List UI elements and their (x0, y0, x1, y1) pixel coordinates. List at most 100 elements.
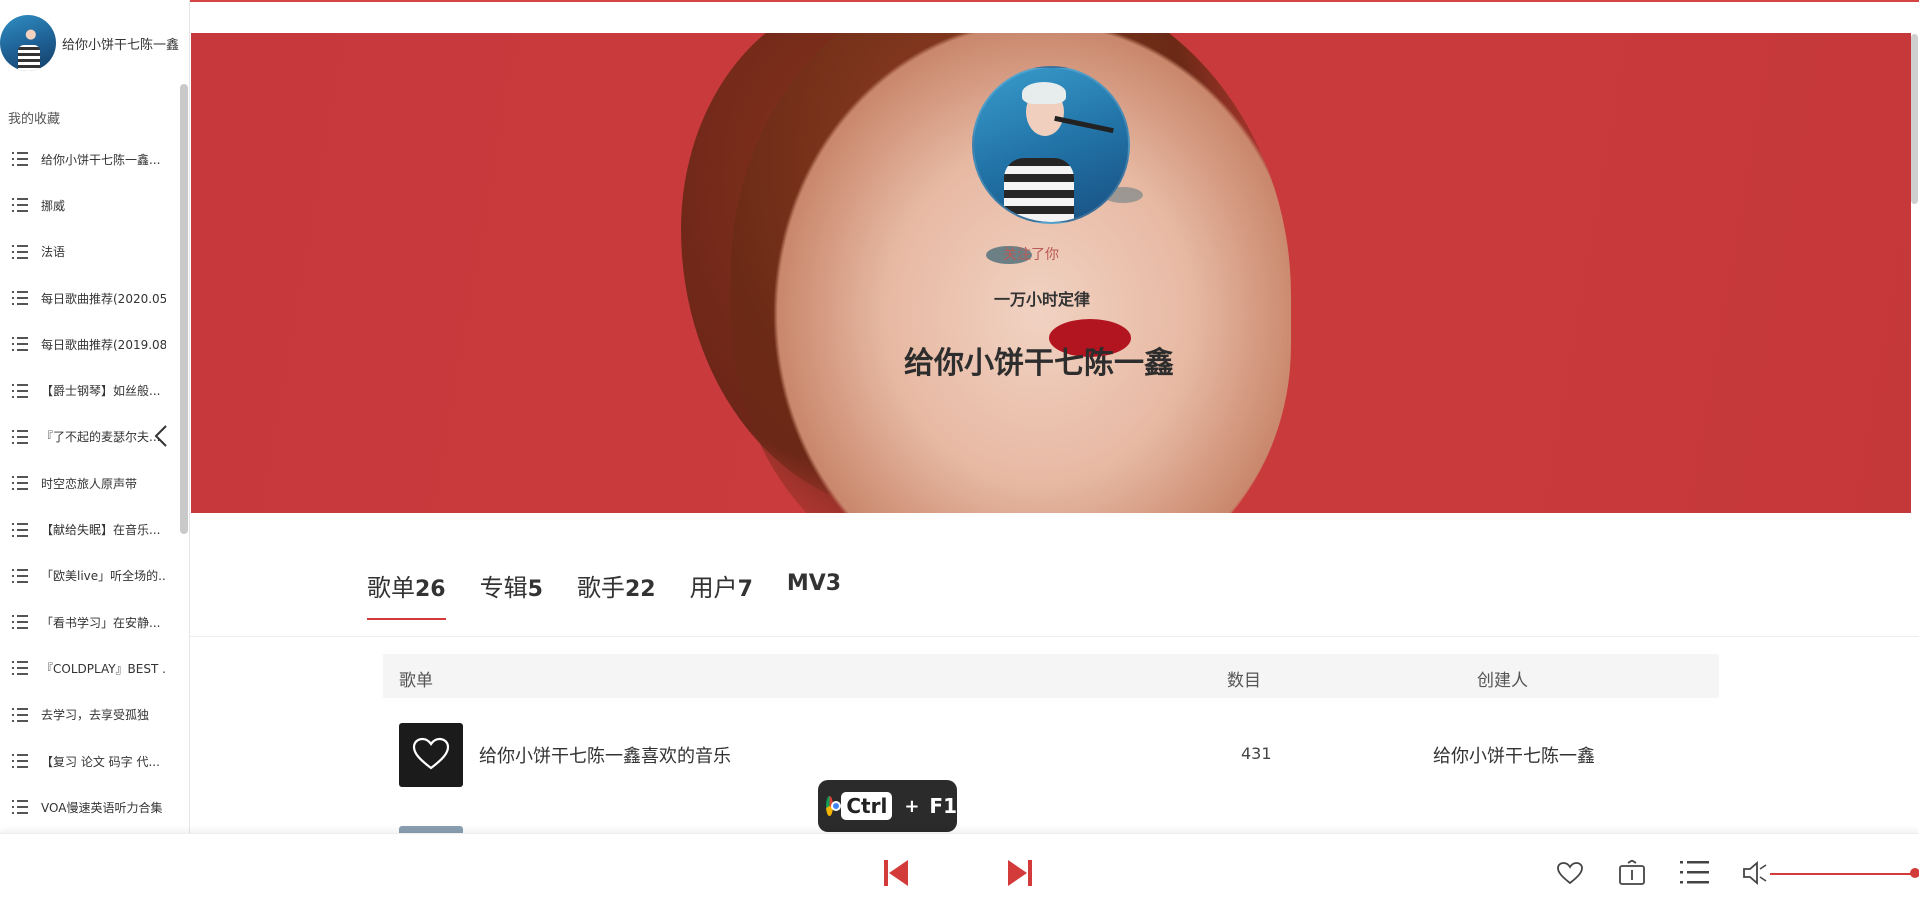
table-row[interactable]: 给你小饼干七陈一鑫喜欢的音乐 431 给你小饼干七陈一鑫 (383, 720, 1719, 790)
tab-count: 22 (624, 577, 656, 602)
sidebar-playlist-item[interactable]: 法语 (0, 229, 180, 275)
tab-users[interactable]: 用户7 (690, 568, 753, 620)
user-name[interactable]: 给你小饼干七陈一鑫 (62, 34, 179, 53)
avatar[interactable] (0, 15, 56, 71)
playlist-cover[interactable] (399, 723, 463, 787)
playlist-icon (12, 707, 28, 722)
playlist-creator[interactable]: 给你小饼干七陈一鑫 (1433, 742, 1595, 768)
sidebar-playlist-label: 『了不起的麦瑟尔夫... (41, 430, 161, 445)
sidebar-playlist-label: 「欧美live」听全场的... (41, 569, 166, 584)
sidebar-playlist-item[interactable]: VOA慢速英语听力合集 (0, 784, 180, 830)
tab-albums[interactable]: 专辑5 (480, 568, 543, 620)
sidebar-playlist-label: 给你小饼干七陈一鑫... (41, 152, 161, 167)
sidebar-section-title: 我的收藏 (8, 112, 61, 127)
sidebar-playlist-item[interactable]: 时空恋旅人原声带 (0, 460, 180, 506)
sidebar-playlist-label: 去学习，去享受孤独 (41, 708, 150, 723)
sidebar-playlist-item[interactable]: 每日歌曲推荐(2020.05... (0, 275, 180, 321)
tab-artists[interactable]: 歌手22 (577, 568, 656, 620)
playlist-icon (12, 383, 28, 398)
tab-label: MV (786, 571, 826, 596)
volume-slider[interactable] (1770, 873, 1915, 875)
player-bar (0, 833, 1919, 910)
tab-count: 5 (527, 577, 543, 602)
tab-count: 3 (825, 571, 842, 596)
playlist-icon (12, 337, 28, 352)
playlist-icon (12, 568, 28, 583)
tab-label: 专辑 (479, 574, 528, 602)
main-scrollbar[interactable] (1911, 34, 1918, 204)
collapse-sidebar-icon[interactable] (154, 424, 168, 448)
sidebar-playlist-label: 【爵士钢琴】如丝般... (41, 384, 161, 399)
playlist-icon (12, 198, 28, 213)
tab-count: 7 (737, 577, 753, 602)
sidebar-playlist-item[interactable]: 『COLDPLAY』BEST ... (0, 645, 180, 691)
playlist-icon (12, 800, 28, 815)
playlist-queue-icon[interactable] (1680, 860, 1710, 886)
sidebar-playlist-item[interactable]: 「欧美live」听全场的... (0, 553, 180, 599)
playlist-icon (12, 754, 28, 768)
chrome-icon (826, 796, 842, 816)
playlist-icon (12, 476, 28, 491)
next-track-icon[interactable] (1007, 859, 1033, 887)
shortcut-plus: + (904, 795, 920, 817)
playlist-icon (12, 661, 28, 676)
sidebar-playlist-item[interactable]: 给你小饼干七陈一鑫... (0, 136, 180, 182)
tab-mv[interactable]: MV3 (787, 568, 841, 620)
share-icon[interactable] (1618, 860, 1646, 886)
playlist-icon (12, 152, 28, 167)
playlist-list: 给你小饼干七陈一鑫... 挪威 法语 每日歌曲推荐(2020.05... 每日歌… (0, 136, 180, 830)
sidebar-playlist-item[interactable]: 『了不起的麦瑟尔夫... (0, 414, 180, 460)
music-app: 给你小饼干七陈一鑫 我的收藏 给你小饼干七陈一鑫... 挪威 法语 每日歌曲推荐… (0, 0, 1919, 910)
sidebar-playlist-label: 法语 (41, 245, 66, 260)
playlist-icon (12, 291, 28, 306)
sidebar-playlist-item[interactable]: 挪威 (0, 182, 180, 228)
sidebar-playlist-label: 「看书学习」在安静... (41, 615, 161, 630)
previous-track-icon[interactable] (883, 859, 909, 887)
sidebar-playlist-label: VOA慢速英语听力合集 (41, 800, 163, 815)
sidebar-playlist-label: 【复习 论文 码字 代... (41, 754, 160, 769)
tab-label: 歌手 (576, 574, 625, 602)
tabs-divider (190, 636, 1919, 637)
tab-playlists[interactable]: 歌单26 (367, 568, 446, 620)
sidebar-playlist-item[interactable]: 【爵士钢琴】如丝般... (0, 367, 180, 413)
shortcut-key: Ctrl (841, 792, 893, 820)
playlist-icon (12, 522, 28, 537)
column-header-count: 数目 (1227, 671, 1261, 691)
playlist-icon (12, 429, 28, 444)
heart-icon[interactable] (1556, 861, 1584, 885)
sidebar-scrollbar[interactable] (180, 84, 188, 534)
volume-slider-handle[interactable] (1910, 868, 1919, 878)
sidebar-playlist-label: 挪威 (41, 198, 66, 213)
sidebar-playlist-item[interactable]: 【献给失眠】在音乐... (0, 506, 180, 552)
sidebar-playlist-label: 每日歌曲推荐(2020.05... (41, 291, 166, 306)
tab-label: 歌单 (367, 574, 415, 602)
sidebar-playlist-item[interactable]: 【复习 论文 码字 代... (0, 738, 180, 784)
sidebar: 给你小饼干七陈一鑫 我的收藏 给你小饼干七陈一鑫... 挪威 法语 每日歌曲推荐… (0, 0, 190, 833)
sidebar-playlist-item[interactable]: 每日歌曲推荐(2019.08... (0, 321, 180, 367)
shortcut-hint: Ctrl + F1 (818, 780, 957, 832)
sidebar-playlist-label: 每日歌曲推荐(2019.08... (41, 337, 166, 352)
table-header: 歌单 数目 创建人 (383, 654, 1719, 698)
tab-count: 26 (415, 577, 446, 602)
profile-signature: 一万小时定律 (994, 290, 1091, 309)
top-accent-line (190, 0, 1919, 2)
column-header-name: 歌单 (399, 671, 433, 691)
shortcut-fkey: F1 (929, 794, 957, 818)
heart-icon (412, 737, 450, 770)
sidebar-playlist-label: 时空恋旅人原声带 (41, 476, 138, 491)
volume-icon[interactable] (1742, 860, 1768, 886)
column-header-creator: 创建人 (1477, 671, 1528, 691)
profile-avatar[interactable] (972, 66, 1130, 224)
follow-status[interactable]: 关注了你 (1003, 244, 1059, 264)
playlist-icon (12, 244, 28, 259)
content-tabs: 歌单26 专辑5 歌手22 用户7 MV3 (367, 568, 875, 620)
sidebar-playlist-item[interactable]: 去学习，去享受孤独 (0, 692, 180, 738)
playlist-count: 431 (1241, 744, 1272, 763)
profile-name: 给你小饼干七陈一鑫 (904, 346, 1174, 381)
sidebar-playlist-item[interactable]: 「看书学习」在安静... (0, 599, 180, 645)
playlist-icon (12, 615, 28, 630)
sidebar-playlist-label: 『COLDPLAY』BEST ... (41, 661, 166, 676)
sidebar-playlist-label: 【献给失眠】在音乐... (41, 523, 161, 538)
playlist-name[interactable]: 给你小饼干七陈一鑫喜欢的音乐 (479, 742, 731, 768)
sidebar-user[interactable]: 给你小饼干七陈一鑫 (0, 14, 189, 72)
